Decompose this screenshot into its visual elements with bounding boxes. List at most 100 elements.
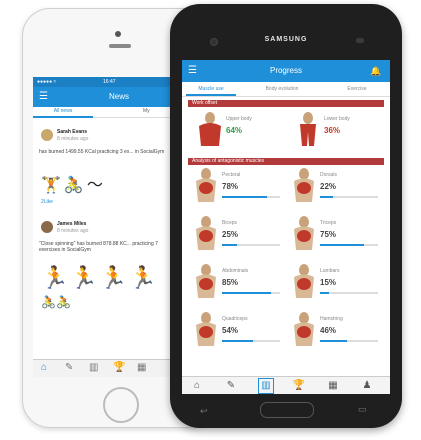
- muscle-bar-track: [320, 292, 378, 294]
- muscle-label: Dorsals: [320, 172, 337, 178]
- exercise-figures-icon: 🏋🚴〜: [41, 177, 106, 194]
- muscle-label: Lumbars: [320, 268, 340, 274]
- menu-icon[interactable]: ☰: [39, 87, 48, 107]
- muscle-value: 22%: [320, 182, 337, 191]
- tab-all-news[interactable]: All news: [33, 107, 93, 118]
- muscle-value: 85%: [222, 278, 239, 287]
- muscle-label: Pectoral: [222, 172, 241, 178]
- muscle-label: Quadriceps: [222, 316, 248, 322]
- muscle-bar-fill: [222, 244, 237, 246]
- list-item[interactable]: Sarah Evans 8 minutes ago has burned 149…: [33, 123, 173, 213]
- muscle-value: 75%: [320, 230, 337, 239]
- like-button[interactable]: 2Like: [41, 199, 53, 205]
- exercise-figures-icon: 🚴🚴: [41, 295, 71, 309]
- muscle-bar-fill: [222, 196, 268, 198]
- muscle-stat: Biceps 25%: [192, 216, 292, 256]
- menu-icon[interactable]: ☰: [188, 65, 197, 77]
- home-icon[interactable]: ⌂: [190, 380, 204, 391]
- muscle-stat: Abdominals 85%: [192, 264, 292, 304]
- iphone-speaker: [109, 44, 131, 48]
- alert-icon[interactable]: 🔔: [370, 65, 381, 77]
- lower-body-stat: Lower body 36%: [294, 112, 390, 152]
- lower-body-label: Lower body: [324, 116, 350, 122]
- muscle-bar-fill: [222, 340, 254, 342]
- muscle-bar-track: [222, 244, 280, 246]
- muscle-stat: Quadriceps 54%: [192, 312, 292, 352]
- lower-body-icon: [300, 112, 316, 146]
- avatar: [41, 221, 53, 233]
- tab-exercise[interactable]: Exercise: [332, 82, 382, 96]
- muscle-bar-track: [320, 196, 378, 198]
- muscle-body-icon: [196, 168, 216, 202]
- muscle-value: 25%: [222, 230, 239, 239]
- muscle-value: 54%: [222, 326, 239, 335]
- samsung-bottom-nav: ⌂ ✎ ▥ 🏆 ▦ ♟: [182, 376, 390, 394]
- page-title: News: [109, 92, 130, 101]
- muscle-bar-fill: [222, 292, 272, 294]
- tab-body-evolution[interactable]: Body evolution: [252, 82, 312, 96]
- section-work-offset: Work offset: [188, 100, 384, 107]
- user-name[interactable]: James Miles: [57, 221, 86, 227]
- tab-my[interactable]: My: [143, 107, 150, 116]
- samsung-app-header: Progress ☰ 🔔: [182, 60, 390, 82]
- muscle-body-icon: [196, 264, 216, 298]
- muscle-bar-fill: [320, 244, 364, 246]
- page-title: Progress: [269, 66, 302, 75]
- back-key-icon[interactable]: ↩: [200, 406, 208, 417]
- muscle-value: 15%: [320, 278, 337, 287]
- muscle-stat: Dorsals 22%: [290, 168, 390, 208]
- trophy-icon[interactable]: 🏆: [113, 362, 125, 373]
- muscle-label: Triceps: [320, 220, 337, 226]
- user-name[interactable]: Sarah Evans: [57, 129, 87, 135]
- upper-body-label: Upper body: [226, 116, 252, 122]
- iphone-camera: [115, 31, 121, 37]
- post-text: has burned 1499.55 KCal practicing 3 ex.…: [39, 149, 165, 155]
- edit-icon[interactable]: ✎: [224, 380, 238, 391]
- muscle-bar-fill: [320, 340, 347, 342]
- muscle-bar-fill: [320, 292, 329, 294]
- muscle-stat: Triceps 75%: [290, 216, 390, 256]
- stats-icon[interactable]: ▥: [258, 378, 274, 394]
- profile-icon[interactable]: ♟: [360, 380, 374, 391]
- status-time: 16:47: [103, 79, 116, 85]
- muscle-value: 46%: [320, 326, 337, 335]
- muscle-label: Abdominals: [222, 268, 249, 274]
- home-icon[interactable]: ⌂: [41, 362, 47, 373]
- stats-icon[interactable]: ▥: [89, 362, 98, 373]
- trophy-icon[interactable]: 🏆: [292, 380, 306, 391]
- muscle-bar-track: [222, 340, 280, 342]
- muscle-body-icon: [196, 312, 216, 346]
- menu-key-icon[interactable]: ▭: [358, 404, 367, 415]
- samsung-tabs: Muscle use Body evolution Exercise: [182, 82, 390, 97]
- list-item[interactable]: James Miles 8 minutes ago "Close spinnin…: [33, 217, 173, 347]
- upper-body-stat: Upper body 64%: [196, 112, 296, 152]
- calendar-icon[interactable]: ▦: [326, 380, 340, 391]
- muscle-stat: Hamstring 46%: [290, 312, 390, 352]
- muscle-label: Biceps: [222, 220, 238, 226]
- muscle-label: Hamstring: [320, 316, 343, 322]
- muscle-body-icon: [294, 168, 314, 202]
- samsung-home-button[interactable]: [260, 402, 314, 418]
- upper-body-value: 64%: [226, 126, 243, 135]
- samsung-brand: SAMSUNG: [264, 36, 308, 43]
- muscle-body-icon: [294, 264, 314, 298]
- muscle-bar-fill: [320, 196, 333, 198]
- muscle-body-icon: [196, 216, 216, 250]
- muscle-bar-track: [320, 244, 378, 246]
- post-time: 8 minutes ago: [57, 136, 89, 142]
- exercise-figures-icon: 🏃🏃🏃🏃: [41, 265, 159, 290]
- tab-muscle-use[interactable]: Muscle use: [186, 82, 236, 96]
- calendar-icon[interactable]: ▦: [137, 362, 146, 373]
- samsung-sensor: [356, 38, 364, 43]
- muscle-stat: Lumbars 15%: [290, 264, 390, 304]
- muscle-bar-track: [222, 292, 280, 294]
- samsung-screen: Progress ☰ 🔔 Muscle use Body evolution E…: [182, 60, 390, 394]
- upper-body-icon: [199, 112, 221, 146]
- carrier-signal: ●●●●● ≈: [37, 79, 57, 85]
- iphone-home-button[interactable]: [103, 387, 139, 423]
- lower-body-value: 36%: [324, 126, 341, 135]
- avatar: [41, 129, 53, 141]
- muscle-body-icon: [294, 216, 314, 250]
- edit-icon[interactable]: ✎: [65, 362, 73, 373]
- muscle-stat: Pectoral 78%: [192, 168, 292, 208]
